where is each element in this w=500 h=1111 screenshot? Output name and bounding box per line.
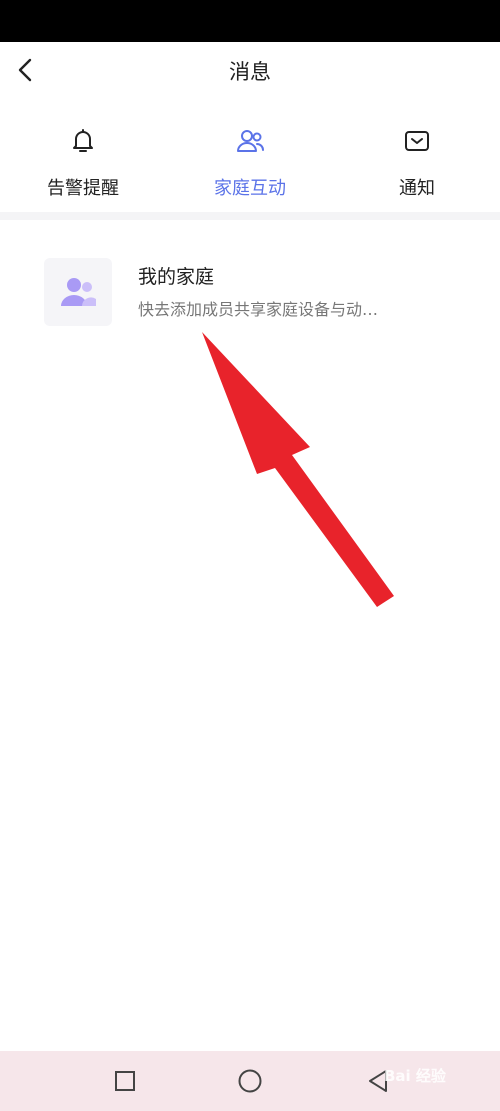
tab-notifications[interactable]: 通知: [334, 118, 500, 210]
message-description: 快去添加成员共享家庭设备与动…: [138, 300, 379, 319]
tab-bar: 告警提醒 家庭互动 通知: [0, 118, 500, 210]
watermark: Bai 经验: [384, 1067, 446, 1085]
status-bar: [0, 0, 500, 42]
family-group-icon: [61, 278, 96, 306]
system-navigation-bar: Bai 经验: [0, 1051, 500, 1111]
recent-apps-button[interactable]: [109, 1065, 141, 1097]
page-title: 消息: [229, 60, 271, 84]
circle-icon: [238, 1069, 262, 1093]
tab-label: 通知: [399, 178, 435, 199]
red-arrow-annotation: [202, 332, 394, 607]
notice-icon: [405, 131, 429, 151]
home-button[interactable]: [234, 1065, 266, 1097]
square-icon: [115, 1071, 135, 1091]
family-icon: [237, 130, 264, 152]
tab-alerts[interactable]: 告警提醒: [0, 118, 166, 210]
tab-label: 家庭互动: [214, 178, 286, 199]
message-title: 我的家庭: [138, 266, 215, 288]
section-divider: [0, 212, 500, 220]
bell-icon: [73, 129, 93, 152]
tab-family-interaction[interactable]: 家庭互动: [167, 118, 333, 210]
avatar: [44, 258, 112, 326]
tab-label: 告警提醒: [47, 178, 119, 199]
header: 消息: [0, 42, 500, 100]
